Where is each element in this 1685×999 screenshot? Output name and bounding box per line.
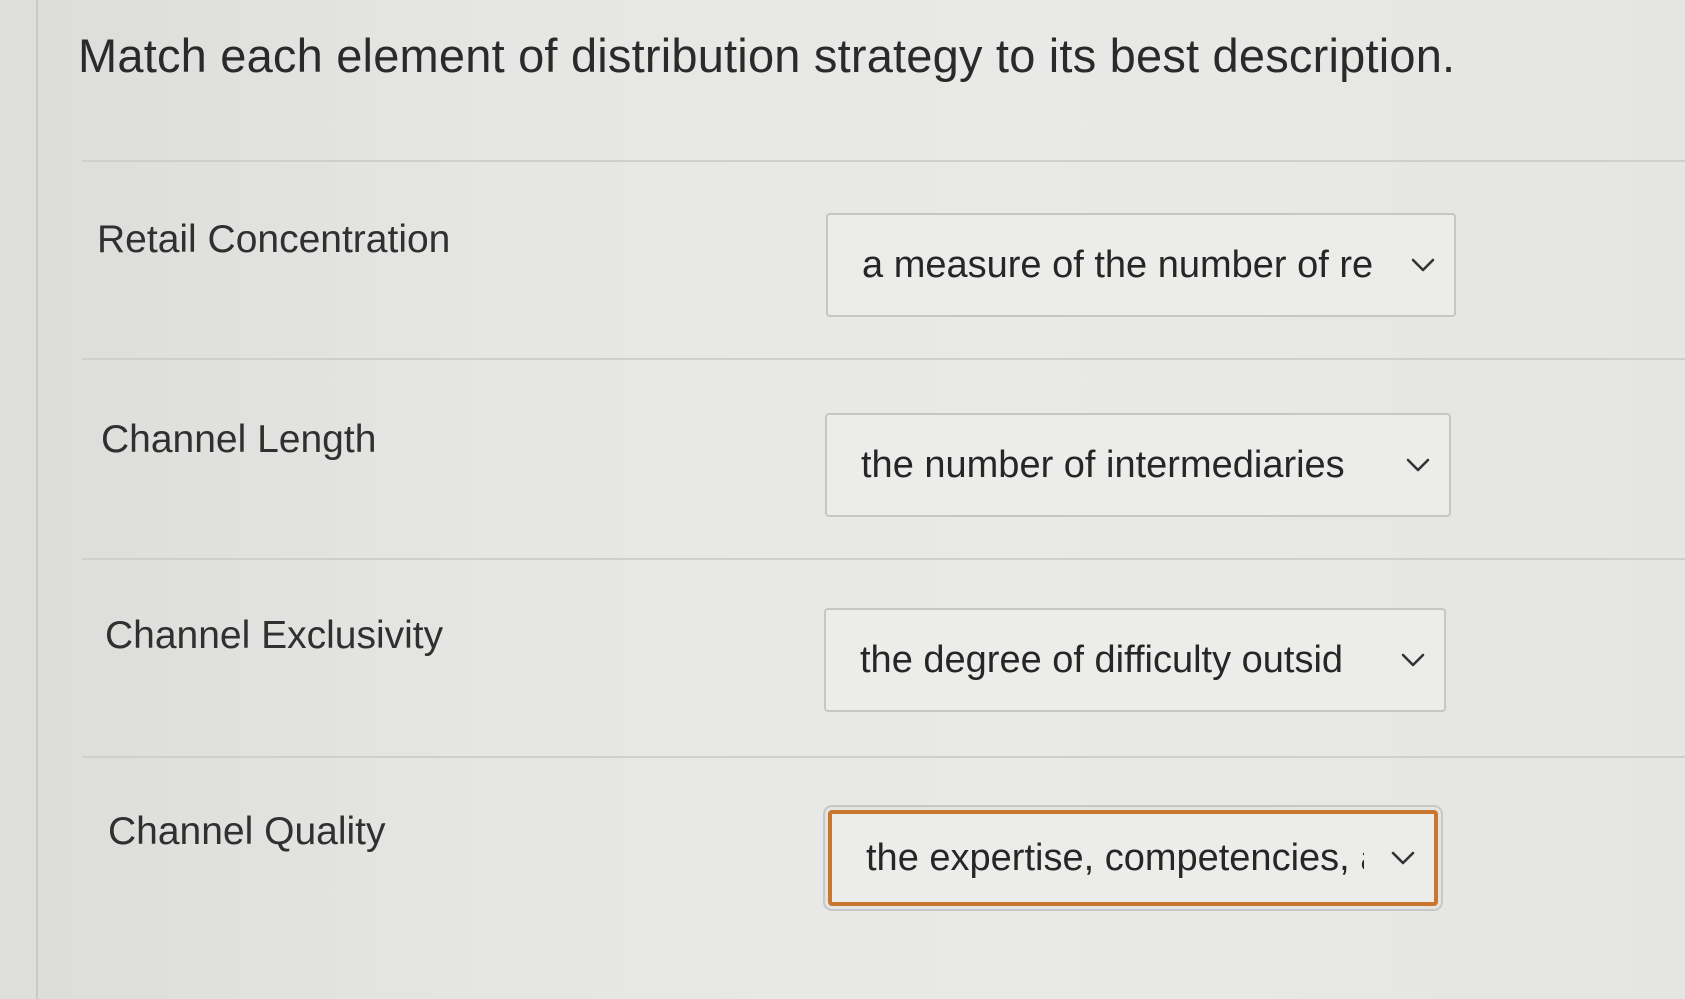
row-label-channel-quality: Channel Quality bbox=[108, 810, 386, 853]
answer-select-retail-concentration[interactable]: a measure of the number of re bbox=[826, 213, 1456, 317]
question-prompt: Match each element of distribution strat… bbox=[78, 29, 1456, 82]
answer-select-value: the number of intermediaries bbox=[861, 443, 1345, 486]
row-label-channel-exclusivity: Channel Exclusivity bbox=[105, 614, 444, 657]
answer-select-value: the expertise, competencies, a bbox=[866, 836, 1364, 879]
divider bbox=[82, 160, 1685, 162]
left-border bbox=[0, 0, 38, 999]
chevron-down-icon bbox=[1400, 652, 1426, 668]
matching-question-page: Match each element of distribution strat… bbox=[0, 0, 1685, 999]
divider bbox=[82, 756, 1685, 758]
divider bbox=[82, 358, 1685, 360]
answer-select-channel-length[interactable]: the number of intermediaries bbox=[825, 413, 1451, 517]
divider bbox=[82, 558, 1685, 560]
answer-select-value: the degree of difficulty outsid bbox=[860, 638, 1344, 681]
row-label-retail-concentration: Retail Concentration bbox=[97, 218, 451, 261]
answer-select-channel-exclusivity[interactable]: the degree of difficulty outsid bbox=[824, 608, 1446, 712]
chevron-down-icon bbox=[1390, 850, 1416, 866]
chevron-down-icon bbox=[1410, 257, 1436, 273]
row-label-channel-length: Channel Length bbox=[101, 418, 377, 461]
answer-select-value: a measure of the number of re bbox=[862, 243, 1374, 286]
chevron-down-icon bbox=[1405, 457, 1431, 473]
answer-select-channel-quality[interactable]: the expertise, competencies, a bbox=[828, 810, 1438, 906]
